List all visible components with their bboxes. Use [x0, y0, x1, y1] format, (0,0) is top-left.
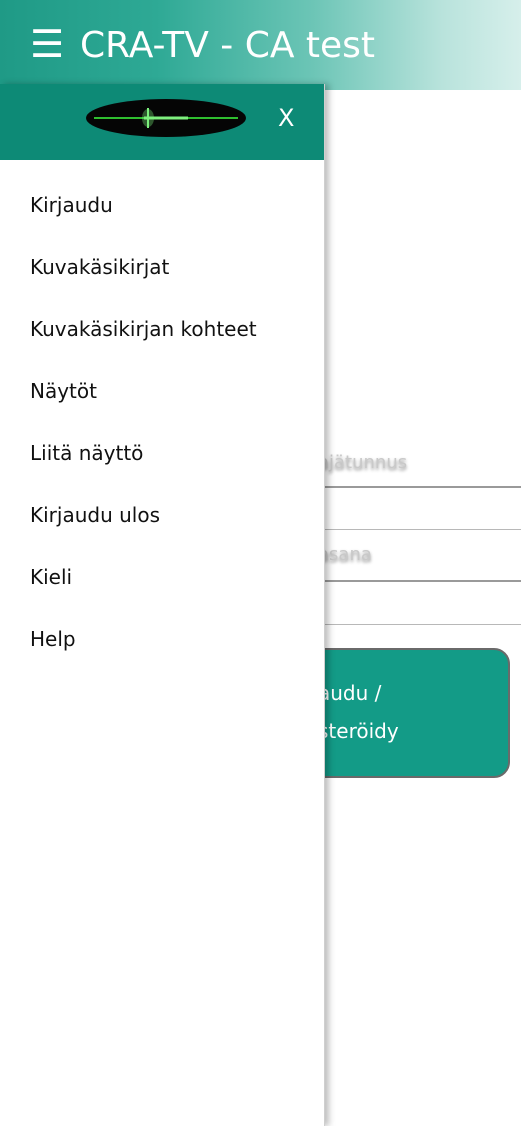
app-logo-icon [86, 99, 246, 137]
app-bar: ☰ CRA-TV - CA test [0, 0, 521, 90]
password-field-top-border [318, 580, 521, 582]
hamburger-menu-icon[interactable]: ☰ [30, 24, 64, 64]
login-button-line2: steröidy [318, 719, 399, 743]
menu-item-liita-naytto[interactable]: Liitä näyttö [0, 422, 324, 484]
menu-item-kuvakasikirjat[interactable]: Kuvakäsikirjat [0, 236, 324, 298]
app-title: CRA-TV - CA test [80, 25, 376, 66]
close-drawer-button[interactable]: X [278, 104, 294, 132]
menu-item-naytot[interactable]: Näytöt [0, 360, 324, 422]
drawer-header: X [0, 84, 324, 160]
menu-item-kieli[interactable]: Kieli [0, 546, 324, 608]
drawer-menu: Kirjaudu Kuvakäsikirjat Kuvakäsikirjan k… [0, 174, 324, 670]
username-label: ajätunnus [318, 452, 408, 473]
password-label: asana [318, 544, 372, 565]
menu-item-kirjaudu-ulos[interactable]: Kirjaudu ulos [0, 484, 324, 546]
password-field[interactable] [318, 624, 521, 625]
login-button-line1: audu / [318, 681, 382, 705]
navigation-drawer: X Kirjaudu Kuvakäsikirjat Kuvakäsikirjan… [0, 84, 325, 1126]
username-field[interactable] [318, 529, 521, 530]
menu-item-kuvakasikirjan-kohteet[interactable]: Kuvakäsikirjan kohteet [0, 298, 324, 360]
menu-item-help[interactable]: Help [0, 608, 324, 670]
username-field-top-border [318, 486, 521, 488]
menu-item-kirjaudu[interactable]: Kirjaudu [0, 174, 324, 236]
